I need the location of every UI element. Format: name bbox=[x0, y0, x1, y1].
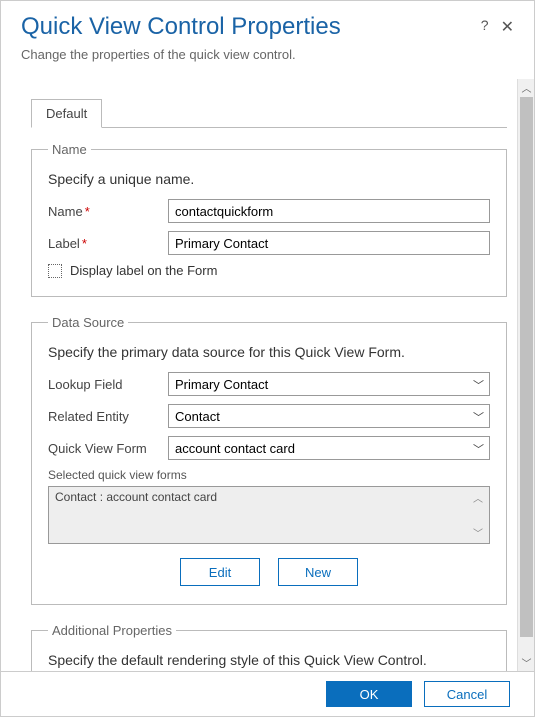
chevron-down-icon[interactable]: ﹀ bbox=[473, 525, 483, 540]
list-item[interactable]: Contact : account contact card bbox=[49, 487, 489, 507]
datasource-legend: Data Source bbox=[48, 315, 128, 330]
scroll-down-icon[interactable]: ﹀ bbox=[518, 654, 535, 671]
dialog-title: Quick View Control Properties bbox=[21, 13, 341, 41]
related-label: Related Entity bbox=[48, 409, 168, 424]
vertical-scrollbar[interactable]: ︿ ﹀ bbox=[517, 79, 534, 671]
datasource-desc: Specify the primary data source for this… bbox=[48, 344, 490, 360]
display-label-checkbox[interactable] bbox=[48, 264, 62, 278]
scroll-up-icon[interactable]: ︿ bbox=[518, 79, 535, 96]
additional-desc: Specify the default rendering style of t… bbox=[48, 652, 490, 668]
content-scroll: Default Name Specify a unique name. Name… bbox=[1, 79, 517, 671]
name-section: Name Specify a unique name. Name* Label*… bbox=[31, 142, 507, 297]
ok-button[interactable]: OK bbox=[326, 681, 412, 707]
cancel-button[interactable]: Cancel bbox=[424, 681, 510, 707]
name-input[interactable] bbox=[168, 199, 490, 223]
scroll-thumb[interactable] bbox=[520, 97, 533, 637]
name-desc: Specify a unique name. bbox=[48, 171, 490, 187]
selected-forms-label: Selected quick view forms bbox=[48, 468, 490, 482]
qvf-select[interactable] bbox=[168, 436, 490, 460]
name-legend: Name bbox=[48, 142, 91, 157]
qvf-label: Quick View Form bbox=[48, 441, 168, 456]
chevron-up-icon[interactable]: ︿ bbox=[473, 490, 483, 505]
label-label: Label* bbox=[48, 236, 168, 251]
lookup-label: Lookup Field bbox=[48, 377, 168, 392]
related-select[interactable] bbox=[168, 404, 490, 428]
dialog-header: Quick View Control Properties ? ✕ Change… bbox=[1, 1, 534, 72]
lookup-select[interactable] bbox=[168, 372, 490, 396]
additional-legend: Additional Properties bbox=[48, 623, 176, 638]
label-input[interactable] bbox=[168, 231, 490, 255]
dialog-footer: OK Cancel bbox=[1, 671, 534, 716]
name-label: Name* bbox=[48, 204, 168, 219]
display-label-text: Display label on the Form bbox=[70, 263, 217, 278]
tab-default[interactable]: Default bbox=[31, 99, 102, 128]
help-icon[interactable]: ? bbox=[481, 17, 489, 37]
additional-section: Additional Properties Specify the defaul… bbox=[31, 623, 507, 671]
selected-forms-list[interactable]: Contact : account contact card ︿ ﹀ bbox=[48, 486, 490, 544]
edit-button[interactable]: Edit bbox=[180, 558, 260, 586]
new-button[interactable]: New bbox=[278, 558, 358, 586]
datasource-section: Data Source Specify the primary data sou… bbox=[31, 315, 507, 605]
tab-bar: Default bbox=[31, 99, 507, 128]
dialog-subtitle: Change the properties of the quick view … bbox=[21, 47, 514, 62]
close-icon[interactable]: ✕ bbox=[501, 17, 514, 37]
